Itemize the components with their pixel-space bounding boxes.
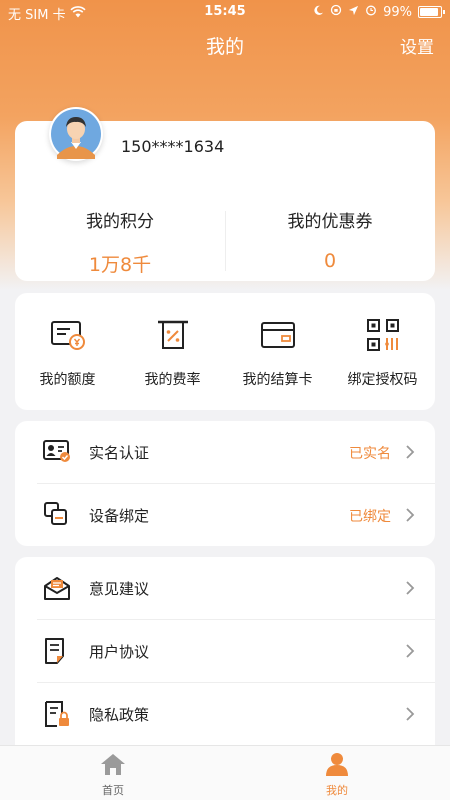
device-icon [43,501,71,529]
account-list-card: 实名认证 已实名 设备绑定 已绑定 [15,421,435,546]
page-title: 我的 [205,36,244,58]
avatar[interactable] [49,107,103,161]
chevron-right-icon [405,706,415,721]
list-item-privacy-policy[interactable]: 隐私政策 [37,683,435,745]
battery-percent: 99% [383,4,412,20]
grid-item-auth-code[interactable]: 绑定授权码 [330,315,435,389]
tab-bar: 首页 我的 [0,745,450,800]
chevron-right-icon [405,507,415,522]
list-item-user-agreement[interactable]: 用户协议 [37,620,435,683]
location-icon [348,5,359,20]
tab-home[interactable]: 首页 [53,752,173,798]
coupons-stat[interactable]: 我的优惠券 0 [225,207,435,272]
tab-mine[interactable]: 我的 [277,752,397,798]
phone-number: 150****1634 [121,137,225,156]
grid-label: 绑定授权码 [347,372,418,388]
tab-label: 首页 [102,784,124,797]
agreement-icon [43,637,71,665]
list-item-device[interactable]: 设备绑定 已绑定 [37,484,435,546]
qr-code-icon [330,315,435,355]
list-item-label: 设备绑定 [89,507,150,525]
points-stat[interactable]: 我的积分 1万8千 [15,207,225,277]
list-item-label: 隐私政策 [89,706,150,724]
rate-icon [120,315,225,355]
grid-item-rate[interactable]: 我的费率 [120,315,225,389]
list-item-label: 用户协议 [89,643,150,661]
chevron-right-icon [405,444,415,459]
info-list-card: 意见建议 用户协议 隐私政策 [15,557,435,757]
grid-label: 我的额度 [39,372,96,388]
grid-label: 我的结算卡 [242,372,313,388]
id-card-icon [43,438,71,466]
status-badge: 已实名 [349,446,391,462]
status-bar: 无 SIM 卡 15:45 99% [0,0,450,24]
bank-card-icon [225,315,330,355]
profile-card: 150****1634 我的积分 1万8千 我的优惠券 0 [15,107,435,281]
tab-label: 我的 [326,784,348,797]
coupons-label: 我的优惠券 [287,212,373,232]
privacy-icon [43,700,71,728]
credit-limit-icon [15,315,120,355]
points-value: 1万8千 [88,254,152,276]
list-item-label: 实名认证 [89,444,150,462]
person-icon [324,753,350,780]
feedback-icon [43,574,71,602]
quick-actions-card: 我的额度 我的费率 我的结算卡 绑定授权码 [15,293,435,410]
list-item-label: 意见建议 [89,580,150,598]
rotation-lock-icon [330,4,342,20]
settings-button[interactable]: 设置 [400,33,434,58]
grid-label: 我的费率 [144,372,201,388]
list-item-real-name[interactable]: 实名认证 已实名 [37,421,435,484]
chevron-right-icon [405,580,415,595]
alarm-icon [365,4,377,20]
grid-item-credit-limit[interactable]: 我的额度 [15,315,120,389]
status-badge: 已绑定 [349,509,391,525]
chevron-right-icon [405,643,415,658]
grid-item-bank-card[interactable]: 我的结算卡 [225,315,330,389]
user-avatar-icon [51,109,101,159]
moon-icon [313,5,324,20]
coupons-value: 0 [323,250,337,272]
points-label: 我的积分 [86,212,154,232]
battery-icon [418,6,445,18]
nav-bar: 我的 设置 [0,24,450,64]
list-item-feedback[interactable]: 意见建议 [37,557,435,620]
home-icon [99,754,127,780]
